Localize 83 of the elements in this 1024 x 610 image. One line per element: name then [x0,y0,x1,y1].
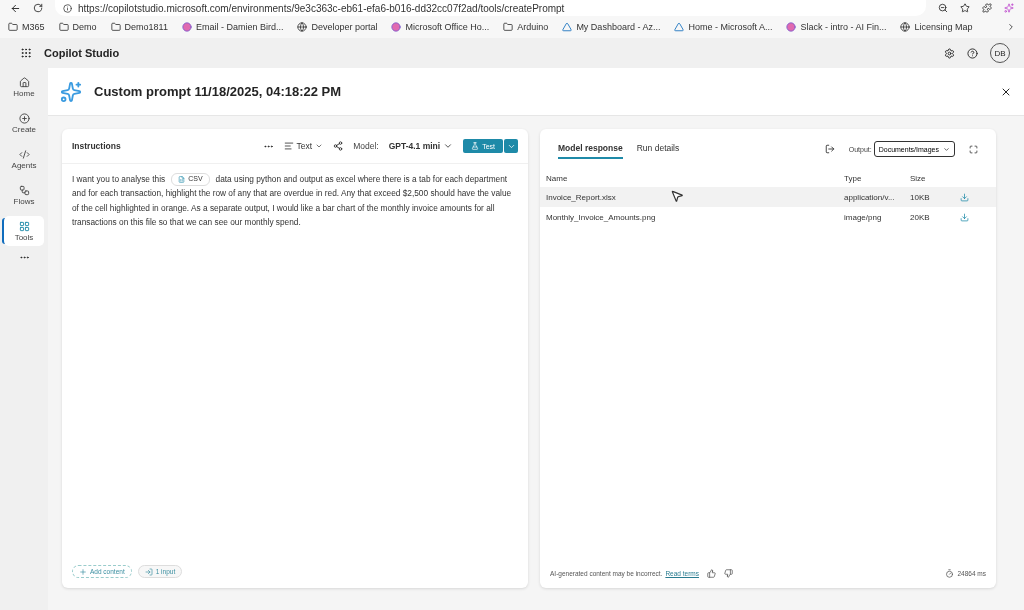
flask-icon [471,142,480,150]
zoom-out-icon[interactable] [938,3,948,13]
help-icon[interactable] [967,47,978,59]
model-dropdown[interactable]: GPT-4.1 mini [388,141,454,151]
align-left-icon [283,141,294,151]
sparkle-document-icon [60,80,82,103]
globe-icon [900,22,911,32]
bookmark-link[interactable]: Demo1811 [124,22,168,32]
nav-item[interactable]: Tools [4,216,44,246]
bookmark-link[interactable]: Licensing Map [914,22,973,32]
download-icon[interactable] [960,212,969,222]
site-logo-icon [181,22,192,32]
column-header: Size [910,173,926,183]
home-icon [18,76,30,88]
prompt-text: data using python and output as excel where there is a tab for each department [215,173,508,186]
back-icon[interactable] [10,2,21,14]
column-header: Type [844,173,862,183]
bookmark-link[interactable]: Microsoft Office Ho... [405,22,490,32]
response-tab[interactable]: Model response [558,139,623,159]
grid-icon [18,220,30,232]
folder-icon [58,22,69,32]
nav-item[interactable]: Home [4,72,44,102]
file-row[interactable]: Invoice_Report.xlsx application/v... 10KB [540,187,996,207]
app-name: Copilot Studio [44,47,121,59]
site-logo-icon [391,22,402,32]
format-dropdown[interactable]: Text [283,141,324,151]
settings-icon[interactable] [944,47,955,59]
mouse-cursor-icon [670,189,684,203]
bookmark-link[interactable]: Developer portal [311,22,378,32]
download-icon[interactable] [960,192,969,202]
bookmark-link[interactable]: Email - Damien Bird... [195,22,284,32]
refresh-icon[interactable] [33,3,43,13]
nav-item[interactable]: Create [4,108,44,138]
site-logo-icon [786,22,797,32]
bookmark-link[interactable]: Home - Microsoft A... [688,22,773,32]
folder-icon [110,22,121,32]
output-icon [824,144,835,154]
sparkle-icon[interactable] [1004,3,1014,13]
chevron-down-icon [443,141,454,151]
chevron-down-icon [315,142,324,150]
file-icon [178,175,186,183]
globe-icon [297,22,308,32]
triangle-logo-icon [562,22,573,32]
nav-item[interactable]: Flows [4,180,44,210]
app-launcher-icon[interactable] [20,47,32,59]
chevron-down-icon [943,145,950,153]
timer-icon [945,569,955,578]
folder-icon [503,22,514,32]
column-header: Name [546,173,568,183]
bookmark-link[interactable]: Arduino [517,22,549,32]
table-cell: image/png [844,212,882,222]
chevron-right-icon[interactable] [1006,22,1016,32]
triangle-logo-icon [674,22,685,32]
bookmark-link[interactable]: Slack - intro - AI Fin... [800,22,887,32]
thumbs-up-icon[interactable] [707,569,716,578]
table-cell: Invoice_Report.xlsx [546,192,616,202]
bookmark-link[interactable]: Demo [72,22,97,32]
model-label: Model: [353,141,379,151]
code-icon [18,148,30,160]
card-title: Instructions [72,141,122,151]
thumbs-down-icon[interactable] [724,569,733,578]
prompt-text: and for each transaction, highlight the row of any that are overdue in red. Any that exceed $2,500 should have the value of the cell highlighted in orange. As a separate output, I would like a bar chart of the monthly invoice amounts for all transactions on this file so that we can see our monthly spend. [72,187,513,230]
test-menu-button[interactable] [504,139,518,153]
star-icon[interactable] [960,3,970,13]
file-row[interactable]: Monthly_Invoice_Amounts.png image/png 20KB [540,207,996,227]
page-title: Custom prompt 11/18/2025, 04:18:22 PM [94,84,343,99]
table-cell: 20KB [910,212,930,222]
plus-icon [79,567,87,576]
bookmark-link[interactable]: My Dashboard - Az... [576,22,661,32]
response-tab[interactable]: Run details [636,139,680,159]
bookmark-link[interactable]: M365 [22,22,45,32]
table-cell: Monthly_Invoice_Amounts.png [546,212,656,222]
address-bar[interactable]: https://copilotstudio.microsoft.com/environments/9e3c363c-eb61-efa6-b016-dd32cc07f2ad/tools/createPrompt [55,0,926,16]
flow-icon [18,184,30,196]
nav-item[interactable]: Agents [4,144,44,174]
expand-icon[interactable] [969,144,978,154]
table-cell: 10KB [910,192,930,202]
sign-in-icon [144,567,153,576]
table-cell: application/v... [844,192,895,202]
folder-icon [8,22,18,32]
plus-circle-icon [18,112,30,124]
prompt-text: I want you to analyse this [72,173,166,186]
extensions-icon[interactable] [982,3,992,13]
